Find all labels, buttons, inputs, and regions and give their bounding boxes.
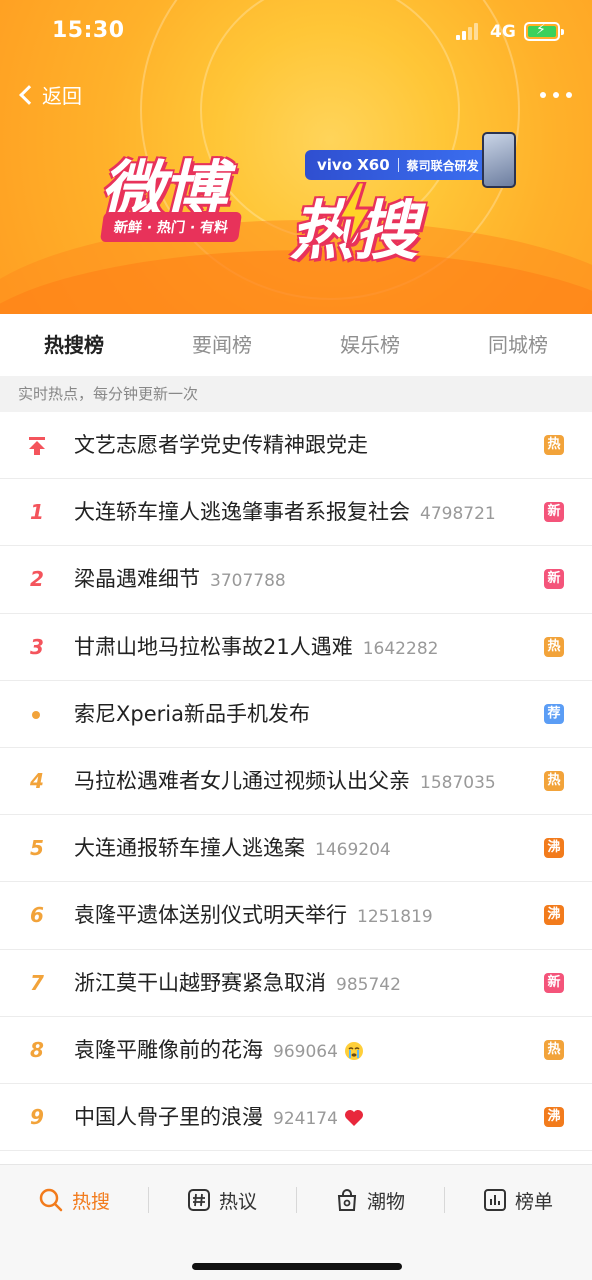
list-item[interactable]: 2 梁晶遇难细节 3707788 新 <box>0 546 592 614</box>
item-title: 梁晶遇难细节 <box>74 567 200 592</box>
list-item[interactable]: 1 大连轿车撞人逃逸肇事者系报复社会 4798721 新 <box>0 479 592 547</box>
list-item[interactable]: 5 大连通报轿车撞人逃逸案 1469204 沸 <box>0 815 592 883</box>
network-type: 4G <box>490 22 516 42</box>
tab-hot-search[interactable]: 热搜榜 <box>0 314 148 376</box>
nav-trends[interactable]: 潮物 <box>296 1165 444 1235</box>
back-button[interactable]: 返回 <box>16 80 82 109</box>
divider <box>296 1187 297 1213</box>
rank-number: 7 <box>30 970 44 995</box>
list-item[interactable]: 9 中国人骨子里的浪漫 924174 沸 <box>0 1084 592 1152</box>
hashtag-icon <box>187 1189 210 1211</box>
rank-number: 8 <box>30 1037 44 1062</box>
list-item[interactable]: 6 袁隆平遗体送别仪式明天举行 1251819 沸 <box>0 882 592 950</box>
dot-icon <box>32 710 40 719</box>
status-time: 15:30 <box>52 18 125 43</box>
status-badge: 新 <box>544 972 564 993</box>
item-count: 1251819 <box>357 907 433 928</box>
item-title: 大连轿车撞人逃逸肇事者系报复社会 <box>74 500 410 525</box>
tab-news[interactable]: 要闻榜 <box>148 314 296 376</box>
list-item[interactable]: 8 袁隆平雕像前的花海 969064 热 <box>0 1017 592 1084</box>
tab-local[interactable]: 同城榜 <box>444 314 592 376</box>
status-badge: 沸 <box>544 905 564 926</box>
sponsor-note: 蔡司联合研发 <box>406 158 479 173</box>
status-badge: 沸 <box>544 838 564 859</box>
divider <box>444 1187 445 1213</box>
search-icon <box>39 1188 63 1212</box>
list-item[interactable]: 索尼Xperia新品手机发布 荐 <box>0 681 592 748</box>
more-button[interactable] <box>540 92 576 100</box>
item-count: 1587035 <box>420 772 496 793</box>
rank-number: 9 <box>30 1104 44 1129</box>
nav-rankings[interactable]: 榜单 <box>444 1165 592 1235</box>
list-item[interactable]: 7 浙江莫干山越野赛紧急取消 985742 新 <box>0 950 592 1017</box>
nav-label: 榜单 <box>514 1190 553 1213</box>
item-title: 马拉松遇难者女儿通过视频认出父亲 <box>74 768 410 793</box>
rank-number: 4 <box>30 768 44 793</box>
status-badge: 新 <box>544 569 564 590</box>
item-title: 大连通报轿车撞人逃逸案 <box>74 836 305 861</box>
divider <box>148 1187 149 1213</box>
update-notice: 实时热点，每分钟更新一次 <box>0 376 592 412</box>
item-count: 1469204 <box>315 840 391 861</box>
signal-icon <box>456 22 478 40</box>
item-title: 袁隆平雕像前的花海 <box>74 1037 263 1062</box>
list-item[interactable]: 3 甘肃山地马拉松事故21人遇难 1642282 热 <box>0 614 592 681</box>
battery-icon: ⚡ <box>524 22 564 41</box>
rank-number: 6 <box>30 903 44 928</box>
status-badge: 沸 <box>544 1106 564 1127</box>
weibo-hot-search-logo: 微博 热搜 新鲜 · 热门 · 有料 vivo X60 蔡司联合研发 <box>99 132 516 269</box>
chevron-left-icon <box>19 84 39 105</box>
nav-discussion[interactable]: 热议 <box>148 1165 296 1235</box>
item-title: 中国人骨子里的浪漫 <box>74 1104 263 1129</box>
status-badge: 新 <box>544 502 564 523</box>
back-label: 返回 <box>42 84 82 108</box>
status-badge: 热 <box>544 636 564 657</box>
sponsor-badge: vivo X60 蔡司联合研发 <box>305 150 491 180</box>
status-badge: 热 <box>544 770 564 791</box>
chart-icon <box>483 1189 506 1211</box>
bottom-nav: 热搜 热议 潮物 榜单 <box>0 1165 592 1235</box>
item-title: 文艺志愿者学党史传精神跟党走 <box>74 433 368 457</box>
item-count: 1642282 <box>362 638 439 659</box>
nav-label: 热搜 <box>71 1190 110 1213</box>
home-indicator <box>192 1263 402 1270</box>
rank-number: 5 <box>30 836 44 861</box>
item-title: 浙江莫干山越野赛紧急取消 <box>74 970 326 995</box>
status-bar: 15:30 4G ⚡ <box>0 0 592 64</box>
sponsor-brand: vivo X60 <box>317 156 390 174</box>
lightning-icon <box>336 182 374 248</box>
logo-slogan: 新鲜 · 热门 · 有料 <box>99 212 243 242</box>
item-title: 甘肃山地马拉松事故21人遇难 <box>74 634 353 659</box>
status-badge: 热 <box>544 435 564 455</box>
header-banner: 15:30 4G ⚡ 返回 微博 热搜 新鲜 · 热门 · 有料 vivo X6… <box>0 0 592 314</box>
bag-icon <box>337 1189 357 1211</box>
nav-label: 热议 <box>218 1190 257 1213</box>
nav-hot-search[interactable]: 热搜 <box>0 1165 148 1235</box>
hot-search-list: 文艺志愿者学党史传精神跟党走 热 1 大连轿车撞人逃逸肇事者系报复社会 47987… <box>0 412 592 1152</box>
crying-face-icon <box>344 1041 363 1060</box>
rank-number: 3 <box>30 634 44 659</box>
item-count: 3707788 <box>210 571 286 592</box>
item-count: 969064 <box>273 1041 338 1062</box>
ranking-tabs: 热搜榜 要闻榜 娱乐榜 同城榜 <box>0 314 592 376</box>
item-title: 袁隆平遗体送别仪式明天举行 <box>74 903 347 928</box>
pin-up-icon <box>29 437 45 455</box>
phone-image <box>482 132 516 188</box>
item-count: 4798721 <box>420 504 496 525</box>
status-badge: 荐 <box>544 703 564 724</box>
item-count: 924174 <box>273 1108 338 1129</box>
item-title: 索尼Xperia新品手机发布 <box>74 701 310 726</box>
item-count: 985742 <box>336 974 401 995</box>
heart-icon <box>344 1109 363 1126</box>
list-item[interactable]: 4 马拉松遇难者女儿通过视频认出父亲 1587035 热 <box>0 748 592 816</box>
nav-label: 潮物 <box>366 1190 405 1213</box>
bottom-bar: 热搜 热议 潮物 榜单 <box>0 1164 592 1280</box>
status-badge: 热 <box>544 1039 564 1060</box>
list-item[interactable]: 文艺志愿者学党史传精神跟党走 热 <box>0 412 592 480</box>
rank-number: 2 <box>30 567 44 592</box>
tab-entertainment[interactable]: 娱乐榜 <box>296 314 444 376</box>
rank-number: 1 <box>30 500 44 525</box>
